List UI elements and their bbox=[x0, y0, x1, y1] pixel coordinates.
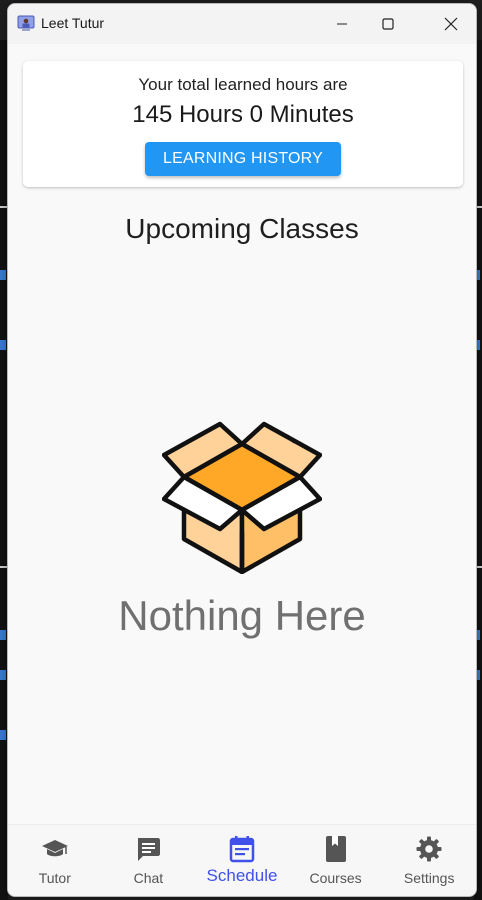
book-icon bbox=[322, 835, 350, 863]
upcoming-classes-title: Upcoming Classes bbox=[125, 213, 359, 244]
nav-label-tutor: Tutor bbox=[38, 870, 71, 886]
graduation-cap-icon bbox=[41, 835, 69, 863]
maximize-icon bbox=[382, 18, 394, 30]
nav-item-courses[interactable]: Courses bbox=[289, 825, 383, 896]
nav-label-courses: Courses bbox=[309, 870, 362, 886]
nav-item-schedule[interactable]: Schedule bbox=[195, 825, 289, 896]
nav-label-settings: Settings bbox=[403, 870, 455, 886]
app-window: Leet Tutur Your total learned hours are … bbox=[7, 3, 477, 897]
learning-history-button[interactable]: LEARNING HISTORY bbox=[145, 142, 341, 176]
minimize-button[interactable] bbox=[319, 4, 365, 44]
title-bar[interactable]: Leet Tutur bbox=[8, 4, 476, 44]
nav-item-settings[interactable]: Settings bbox=[382, 825, 476, 896]
maximize-button[interactable] bbox=[365, 4, 411, 44]
bottom-navigation: Tutor Chat Schedule Courses Settings bbox=[8, 824, 476, 896]
nav-label-schedule: Schedule bbox=[206, 866, 278, 885]
schedule-page: Your total learned hours are 145 Hours 0… bbox=[8, 44, 476, 824]
close-icon bbox=[444, 17, 458, 31]
learned-hours-caption: Your total learned hours are bbox=[138, 75, 348, 94]
nav-label-chat: Chat bbox=[133, 870, 164, 886]
empty-state-text: Nothing Here bbox=[118, 592, 366, 639]
close-button[interactable] bbox=[425, 4, 476, 44]
learned-hours-card: Your total learned hours are 145 Hours 0… bbox=[23, 61, 463, 187]
app-icon bbox=[17, 15, 35, 31]
calendar-icon bbox=[228, 835, 256, 863]
window-title: Leet Tutur bbox=[41, 15, 105, 31]
minimize-icon bbox=[337, 23, 347, 25]
empty-box-icon bbox=[162, 421, 322, 574]
learned-hours-value: 145 Hours 0 Minutes bbox=[132, 101, 354, 128]
nav-item-chat[interactable]: Chat bbox=[102, 825, 196, 896]
gear-icon bbox=[415, 835, 443, 863]
chat-icon bbox=[134, 835, 162, 863]
nav-item-tutor[interactable]: Tutor bbox=[8, 825, 102, 896]
